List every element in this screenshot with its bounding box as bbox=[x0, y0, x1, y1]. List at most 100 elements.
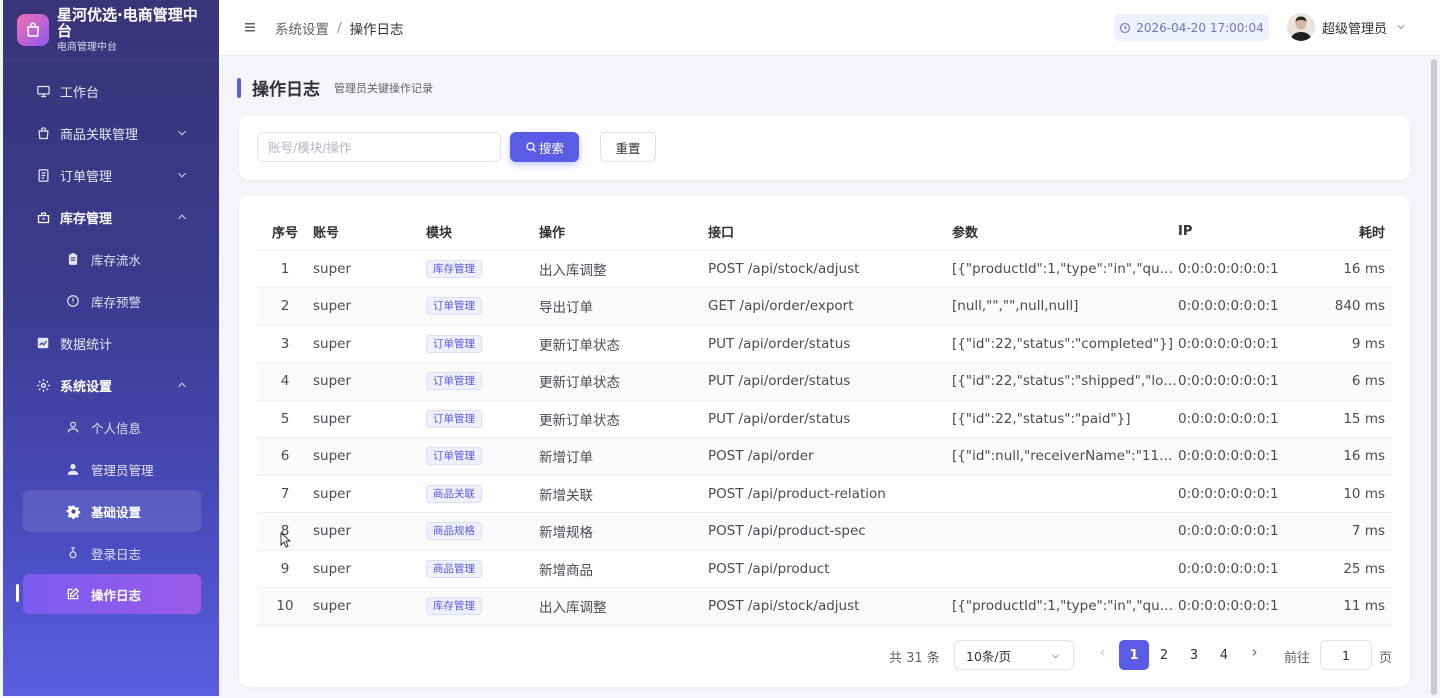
column-header[interactable]: 参数 bbox=[952, 213, 1178, 251]
row-account: super bbox=[313, 587, 426, 626]
edit-icon bbox=[65, 586, 81, 602]
row-api: POST /api/order bbox=[708, 437, 952, 476]
clipboard-icon bbox=[65, 251, 81, 267]
page-heading: 操作日志 管理员关键操作记录 bbox=[237, 75, 433, 100]
sidebar-item-inventory-alert[interactable]: 库存预警 bbox=[3, 280, 219, 322]
sidebar-item-statistics[interactable]: 数据统计 bbox=[3, 322, 219, 364]
row-module: 订单管理 bbox=[426, 437, 539, 476]
menu-toggle-icon[interactable] bbox=[245, 22, 257, 34]
user-filled-icon bbox=[65, 461, 81, 477]
row-action: 新增商品 bbox=[539, 550, 708, 588]
prev-page-button[interactable] bbox=[1097, 647, 1108, 662]
row-duration: 15 ms bbox=[1323, 400, 1392, 438]
gear-filled-icon bbox=[65, 503, 81, 519]
row-account: super bbox=[313, 250, 426, 288]
bag-icon bbox=[35, 125, 51, 141]
sidebar-item-label: 操作日志 bbox=[91, 587, 142, 603]
sidebar-item-basic-settings[interactable]: 基础设置 bbox=[23, 490, 201, 532]
row-index: 5 bbox=[257, 400, 313, 438]
sidebar-item-profile[interactable]: 个人信息 bbox=[3, 406, 219, 448]
table-row: 10 super 库存管理 出入库调整 POST /api/stock/adjust[{… bbox=[257, 587, 1392, 626]
row-ip: 0:0:0:0:0:0:0:1 bbox=[1178, 362, 1323, 401]
search-button[interactable]: 搜索 bbox=[510, 132, 579, 162]
row-api: GET /api/order/export bbox=[708, 287, 952, 326]
document-icon bbox=[35, 167, 51, 183]
page-button[interactable]: 2 bbox=[1149, 640, 1179, 670]
sidebar-item-label: 订单管理 bbox=[60, 169, 113, 185]
pagination: 共 31 条 10条/页 1 2 3 4 前往 页 bbox=[239, 640, 1410, 670]
row-module: 库存管理 bbox=[426, 587, 539, 626]
chevron-down-icon bbox=[178, 130, 186, 136]
row-index: 3 bbox=[257, 325, 313, 363]
row-api: POST /api/stock/adjust bbox=[708, 250, 952, 288]
row-index: 6 bbox=[257, 437, 313, 476]
goto-page-input[interactable] bbox=[1320, 640, 1372, 670]
row-duration: 16 ms bbox=[1323, 437, 1392, 476]
sidebar-menu: 工作台 商品关联管理 订单管理 库存管理 库存流水 库存预警 数据统计 系统设置… bbox=[3, 60, 219, 614]
page-button[interactable]: 1 bbox=[1119, 640, 1149, 670]
row-params: [{"productId":1,"type":"in","quantity":5… bbox=[952, 587, 1178, 626]
table-row: 6 super 订单管理 新增订单 POST /api/order [{"id":null… bbox=[257, 437, 1392, 476]
module-tag: 订单管理 bbox=[426, 409, 482, 428]
module-tag: 库存管理 bbox=[426, 597, 482, 616]
column-header[interactable]: IP bbox=[1178, 213, 1323, 251]
row-ip: 0:0:0:0:0:0:0:1 bbox=[1178, 475, 1323, 513]
row-params bbox=[952, 475, 1178, 513]
sidebar-item-operation-log[interactable]: 操作日志 bbox=[23, 574, 201, 614]
goto-suffix: 页 bbox=[1379, 651, 1393, 666]
reset-button[interactable]: 重置 bbox=[600, 132, 656, 162]
row-action: 更新订单状态 bbox=[539, 362, 708, 401]
sidebar-item-label: 库存预警 bbox=[91, 294, 142, 310]
row-params bbox=[952, 512, 1178, 551]
column-header[interactable]: 操作 bbox=[539, 213, 708, 251]
breadcrumb: 系统设置 / 操作日志 bbox=[275, 18, 404, 38]
breadcrumb-parent[interactable]: 系统设置 bbox=[275, 18, 329, 38]
module-tag: 订单管理 bbox=[426, 447, 482, 466]
warning-circle-icon bbox=[65, 293, 81, 309]
row-action: 导出订单 bbox=[539, 287, 708, 326]
mouse-cursor-icon bbox=[280, 532, 291, 548]
row-duration: 25 ms bbox=[1323, 550, 1392, 588]
breadcrumb-separator: / bbox=[337, 19, 342, 36]
sidebar-item-inventory[interactable]: 库存管理 bbox=[3, 196, 219, 238]
sidebar-item-order-mgmt[interactable]: 订单管理 bbox=[3, 154, 219, 196]
page-button[interactable]: 3 bbox=[1179, 640, 1209, 670]
sidebar-item-admin-mgmt[interactable]: 管理员管理 bbox=[3, 448, 219, 490]
table-row: 8 super 商品规格 新增规格 POST /api/product-spec 0:0:… bbox=[257, 512, 1392, 551]
user-menu[interactable]: 超级管理员 bbox=[1287, 13, 1407, 41]
column-header[interactable]: 耗时 bbox=[1323, 213, 1392, 251]
sidebar-item-label: 管理员管理 bbox=[91, 462, 154, 478]
table-row: 9 super 商品管理 新增商品 POST /api/product 0:0:0:0:0… bbox=[257, 550, 1392, 588]
chevron-up-icon bbox=[178, 214, 186, 220]
sidebar-item-label: 登录日志 bbox=[91, 546, 142, 562]
breadcrumb-current: 操作日志 bbox=[349, 21, 404, 38]
sidebar-item-login-log[interactable]: 登录日志 bbox=[3, 532, 219, 574]
datetime-text: 2026-04-20 17:00:04 bbox=[1136, 20, 1264, 35]
sidebar-item-inventory-flow[interactable]: 库存流水 bbox=[3, 238, 219, 280]
search-input[interactable] bbox=[257, 132, 501, 162]
module-tag: 商品关联 bbox=[426, 484, 482, 503]
page-button[interactable]: 4 bbox=[1209, 640, 1239, 670]
sidebar: 星河优选·电商管理中台 电商管理中台 工作台 商品关联管理 订单管理 库存管理 … bbox=[3, 0, 219, 696]
column-header[interactable]: 序号 bbox=[257, 213, 313, 251]
column-header[interactable]: 模块 bbox=[426, 213, 539, 251]
sidebar-item-system-settings[interactable]: 系统设置 bbox=[3, 364, 219, 406]
row-api: POST /api/product-relation bbox=[708, 475, 952, 513]
row-index: 2 bbox=[257, 287, 313, 326]
page-scrollbar[interactable] bbox=[1430, 57, 1438, 697]
row-api: POST /api/stock/adjust bbox=[708, 587, 952, 626]
row-duration: 10 ms bbox=[1323, 475, 1392, 513]
column-header[interactable]: 账号 bbox=[313, 213, 426, 251]
row-api: POST /api/product bbox=[708, 550, 952, 588]
row-duration: 9 ms bbox=[1323, 325, 1392, 363]
row-duration: 840 ms bbox=[1323, 287, 1392, 326]
sidebar-item-label: 基础设置 bbox=[91, 504, 142, 520]
shopping-bag-icon bbox=[17, 13, 49, 46]
next-page-button[interactable] bbox=[1249, 647, 1260, 662]
page-size-select[interactable]: 10条/页 bbox=[954, 640, 1074, 670]
row-action: 新增规格 bbox=[539, 512, 708, 551]
column-header[interactable]: 接口 bbox=[708, 213, 952, 251]
sidebar-item-product-relation[interactable]: 商品关联管理 bbox=[3, 112, 219, 154]
sidebar-item-workbench[interactable]: 工作台 bbox=[3, 70, 219, 112]
scrollbar-thumb[interactable] bbox=[1431, 59, 1437, 695]
